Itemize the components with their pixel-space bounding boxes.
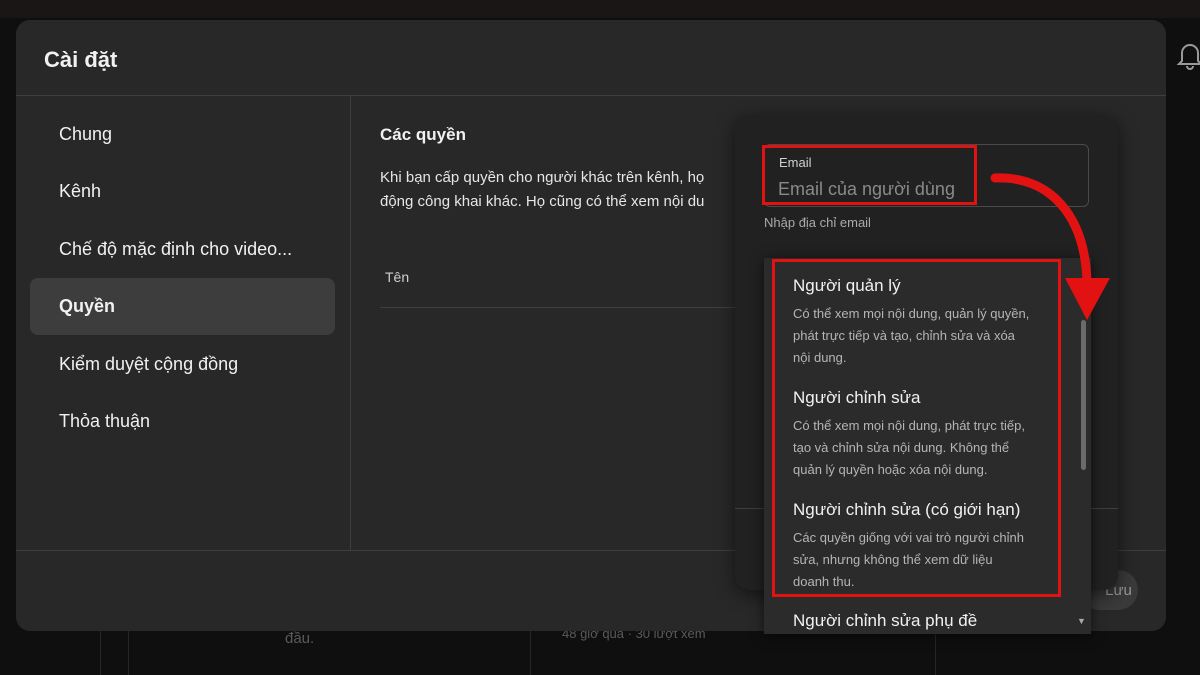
- table-divider: [380, 307, 750, 308]
- sidebar-item-upload-defaults[interactable]: Chế độ mặc định cho video...: [30, 221, 335, 278]
- sidebar-item-agreements[interactable]: Thỏa thuận: [30, 393, 335, 450]
- sidebar-item-permissions[interactable]: Quyền: [30, 278, 335, 335]
- sidebar-item-label: Kênh: [59, 181, 102, 201]
- sidebar-item-community[interactable]: Kiểm duyệt cộng đồng: [30, 336, 335, 393]
- permissions-description-line: động công khai khác. Họ cũng có thể xem …: [380, 193, 705, 210]
- sidebar-item-label: Chế độ mặc định cho video...: [59, 239, 293, 259]
- background-divider: [128, 630, 129, 675]
- email-hint: Nhập địa chỉ email: [764, 215, 871, 230]
- header-divider: [16, 95, 1166, 96]
- permissions-description-line: Khi bạn cấp quyền cho người khác trên kê…: [380, 169, 705, 186]
- background-topbar: [0, 0, 1200, 18]
- bell-icon[interactable]: [1176, 40, 1200, 70]
- role-option-subtitle-editor[interactable]: Người chỉnh sửa phụ đề: [793, 610, 1063, 632]
- column-header-name: Tên: [385, 269, 410, 285]
- background-text: đầu.: [285, 630, 315, 647]
- dialog-title: Cài đặt: [44, 47, 118, 72]
- sidebar-item-label: Thỏa thuận: [59, 411, 151, 431]
- dropdown-scrollbar[interactable]: [1081, 320, 1086, 470]
- scroll-down-arrow-icon[interactable]: ▼: [1077, 616, 1086, 626]
- permissions-title: Các quyền: [380, 125, 466, 144]
- background-divider: [530, 630, 531, 675]
- role-title: Người chỉnh sửa phụ đề: [793, 611, 978, 630]
- permissions-description: Khi bạn cấp quyền cho người khác trên kê…: [380, 166, 750, 216]
- background-divider: [935, 630, 936, 675]
- background-divider: [100, 630, 101, 675]
- sidebar-divider: [350, 96, 351, 550]
- sidebar-item-general[interactable]: Chung: [30, 106, 335, 163]
- sidebar-item-label: Quyền: [59, 296, 116, 316]
- sidebar-item-channel[interactable]: Kênh: [30, 163, 335, 220]
- annotation-arrow-icon: [990, 173, 1110, 320]
- sidebar-item-label: Chung: [59, 124, 113, 144]
- annotation-email-highlight: [762, 145, 977, 205]
- sidebar-item-label: Kiểm duyệt cộng đồng: [59, 354, 239, 374]
